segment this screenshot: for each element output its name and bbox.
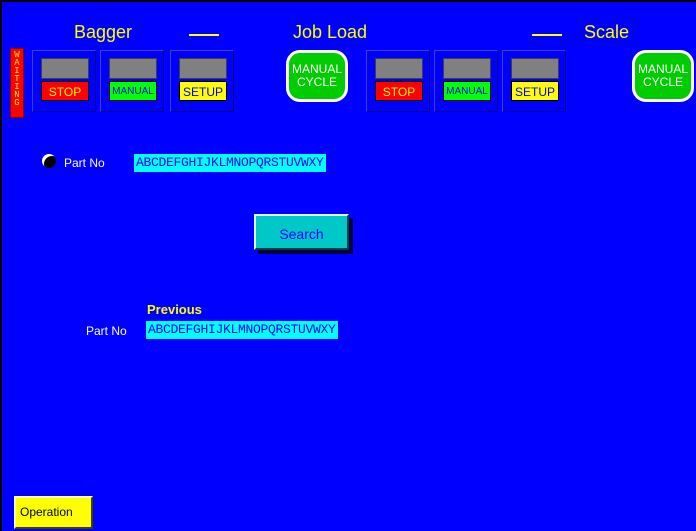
scale-manual-panel: MANUAL bbox=[434, 50, 498, 112]
previous-heading: Previous bbox=[147, 302, 202, 317]
bagger-title: Bagger bbox=[74, 22, 133, 42]
scale-setup-panel: SETUP bbox=[502, 50, 566, 112]
bagger-manual-cycle-button[interactable]: MANUAL CYCLE bbox=[286, 50, 348, 102]
bagger-setup-panel: SETUP bbox=[170, 50, 234, 112]
part-no-label: Part No bbox=[64, 156, 105, 170]
operation-button[interactable]: Operation bbox=[14, 496, 93, 529]
title-divider-right bbox=[532, 34, 562, 36]
scale-stop-button[interactable]: STOP bbox=[375, 81, 423, 101]
scale-stop-indicator bbox=[375, 58, 423, 79]
job-load-title: Job Load bbox=[293, 22, 368, 42]
hmi-screen: Bagger Job Load Scale WAITING STOP MANUA… bbox=[0, 0, 696, 531]
scale-stop-panel: STOP bbox=[366, 50, 430, 112]
title-divider-left bbox=[189, 34, 219, 36]
bagger-setup-button[interactable]: SETUP bbox=[179, 81, 227, 101]
bagger-manual-panel: MANUAL bbox=[100, 50, 164, 112]
scale-manual-button[interactable]: MANUAL bbox=[443, 81, 491, 101]
scale-setup-indicator bbox=[511, 58, 559, 79]
scale-setup-button[interactable]: SETUP bbox=[511, 81, 559, 101]
scale-title: Scale bbox=[584, 22, 630, 42]
scale-manual-cycle-button[interactable]: MANUAL CYCLE bbox=[632, 50, 694, 102]
search-button[interactable]: Search bbox=[254, 214, 349, 250]
scale-manual-indicator bbox=[443, 58, 491, 79]
bagger-manual-cycle-line1: MANUAL bbox=[291, 62, 342, 76]
bagger-stop-button[interactable]: STOP bbox=[41, 81, 89, 101]
waiting-status-text: WAITING bbox=[14, 50, 20, 108]
scale-manual-cycle-line1: MANUAL bbox=[637, 62, 688, 76]
scale-manual-cycle-line2: CYCLE bbox=[642, 75, 683, 89]
bagger-stop-panel: STOP bbox=[32, 50, 96, 112]
bagger-setup-indicator bbox=[179, 58, 227, 79]
part-no-radio-button[interactable] bbox=[42, 154, 56, 168]
part-no-input[interactable]: ABCDEFGHIJKLMNOPQRSTUVWXY bbox=[134, 154, 326, 172]
bagger-manual-button[interactable]: MANUAL bbox=[109, 81, 157, 101]
previous-part-no-label: Part No bbox=[86, 324, 127, 338]
bagger-manual-indicator bbox=[109, 58, 157, 79]
bagger-manual-cycle-line2: CYCLE bbox=[296, 75, 337, 89]
previous-part-no-value: ABCDEFGHIJKLMNOPQRSTUVWXY bbox=[146, 321, 338, 339]
bagger-stop-indicator bbox=[41, 58, 89, 79]
waiting-status-indicator: WAITING bbox=[10, 48, 24, 118]
